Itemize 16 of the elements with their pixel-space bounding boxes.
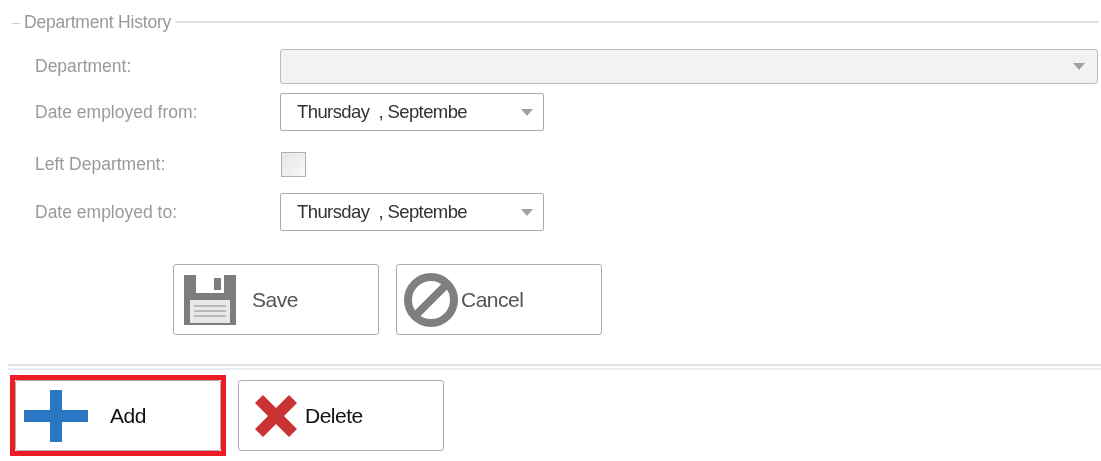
date-value: Thursday , Septembe: [297, 101, 467, 123]
section-title: Department History: [23, 11, 172, 33]
date-value: Thursday , Septembe: [297, 201, 467, 223]
plus-icon: [22, 387, 90, 444]
add-button[interactable]: Add: [15, 380, 221, 451]
dropdown-arrow-icon: [521, 108, 533, 116]
date-picker[interactable]: Thursday , Septembe: [280, 193, 544, 231]
field-label: Left Department:: [34, 153, 167, 175]
delete-button[interactable]: Delete: [238, 380, 444, 451]
dropdown-arrow-icon: [521, 208, 533, 216]
field-label: Date employed from:: [34, 101, 199, 123]
dropdown-arrow-icon: [1073, 62, 1085, 70]
field-label: Date employed to:: [34, 201, 179, 223]
field-label: Department:: [34, 55, 133, 77]
date-picker[interactable]: Thursday , Septembe: [280, 93, 544, 131]
prohibited-icon: [403, 271, 459, 328]
